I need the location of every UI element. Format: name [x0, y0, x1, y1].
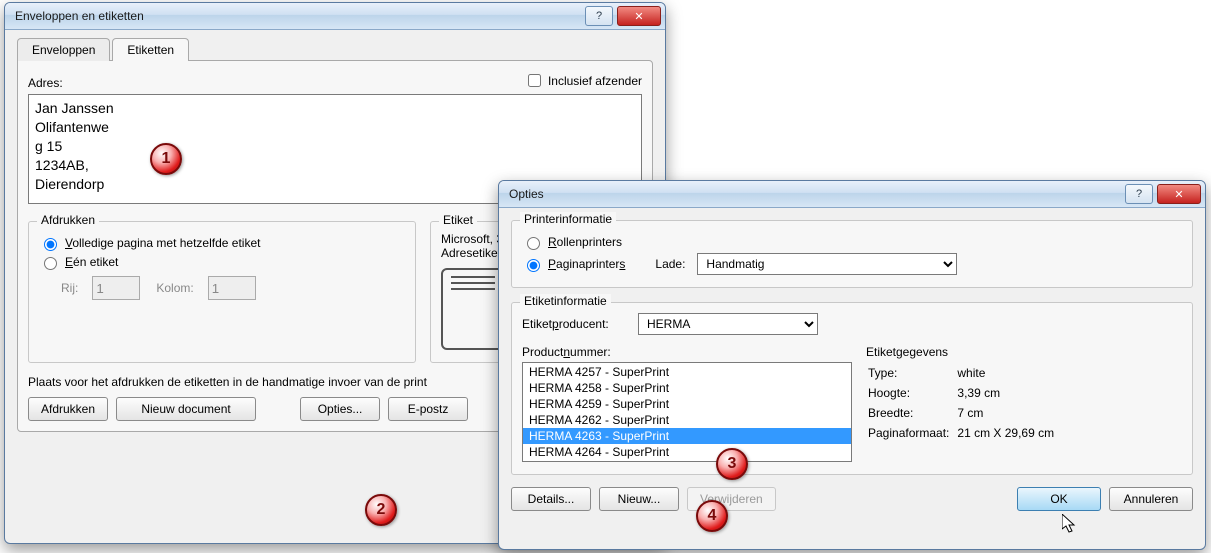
close-button[interactable]: ✕ [1157, 184, 1201, 204]
group-label-info-legend: Etiketinformatie [520, 294, 611, 308]
ok-button[interactable]: OK [1017, 487, 1101, 511]
page-value: 21 cm X 29,69 cm [957, 424, 1060, 442]
delete-label-button: Verwijderen [687, 487, 776, 511]
new-document-button[interactable]: Nieuw document [116, 397, 256, 421]
width-value: 7 cm [957, 404, 1060, 422]
group-printer-info-legend: Printerinformatie [520, 212, 616, 226]
radio-page-label: Paginaprinters [548, 257, 625, 271]
radio-roll-printers[interactable]: Rollenprinters [522, 234, 1182, 250]
page-label: Paginaformaat: [868, 424, 955, 442]
productnum-label: Productnummer: [522, 345, 852, 359]
details-button[interactable]: Details... [511, 487, 591, 511]
radio-single-label-text: Eén etiket [65, 255, 118, 269]
product-item[interactable]: HERMA 4263 - SuperPrint [523, 428, 851, 444]
help-button[interactable]: ? [585, 6, 613, 26]
dialog-title: Enveloppen en etiketten [15, 9, 581, 23]
vendor-label: Etiketproducent: [522, 317, 632, 331]
options-button[interactable]: Opties... [300, 397, 380, 421]
cancel-button[interactable]: Annuleren [1109, 487, 1193, 511]
include-sender-label: Inclusief afzender [548, 74, 642, 88]
titlebar[interactable]: Enveloppen en etiketten ? ✕ [5, 3, 665, 30]
tab-labels[interactable]: Etiketten [112, 38, 189, 61]
radio-roll-input[interactable] [527, 237, 540, 250]
tray-select[interactable]: Handmatig [697, 253, 957, 275]
include-sender-input[interactable] [528, 74, 541, 87]
product-item[interactable]: HERMA 4258 - SuperPrint [523, 380, 851, 396]
radio-page-printers[interactable]: Paginaprinters [522, 256, 625, 272]
product-item[interactable]: HERMA 4257 - SuperPrint [523, 364, 851, 380]
radio-single-input[interactable] [44, 257, 57, 270]
close-button[interactable]: ✕ [617, 6, 661, 26]
vendor-select[interactable]: HERMA [638, 313, 818, 335]
group-print: Afdrukken Volledige pagina met hetzelfde… [28, 221, 416, 363]
titlebar[interactable]: Opties ? ✕ [499, 181, 1205, 208]
width-label: Breedte: [868, 404, 955, 422]
product-listbox[interactable]: HERMA 4257 - SuperPrintHERMA 4258 - Supe… [522, 362, 852, 462]
product-item[interactable]: HERMA 4262 - SuperPrint [523, 412, 851, 428]
group-label-legend: Etiket [439, 213, 477, 227]
col-label: Kolom: [156, 281, 193, 295]
radio-roll-label: Rollenprinters [548, 235, 622, 249]
radio-full-page-input[interactable] [44, 238, 57, 251]
details-legend: Etiketgegevens [866, 345, 1182, 359]
address-label: Adres: [28, 76, 63, 90]
radio-full-page[interactable]: Volledige pagina met hetzelfde etiket [39, 235, 405, 251]
type-value: white [957, 364, 1060, 382]
group-label-info: Etiketinformatie Etiketproducent: HERMA … [511, 302, 1193, 475]
print-button[interactable]: Afdrukken [28, 397, 108, 421]
label-preview-icon [441, 268, 505, 350]
group-printer-info: Printerinformatie Rollenprinters Paginap… [511, 220, 1193, 288]
height-label: Hoogte: [868, 384, 955, 402]
tabstrip: Enveloppen Etiketten [17, 38, 653, 61]
product-item[interactable]: HERMA 4264 - SuperPrint [523, 444, 851, 460]
col-stepper [208, 276, 256, 300]
height-value: 3,39 cm [957, 384, 1060, 402]
radio-full-page-label: Volledige pagina met hetzelfde etiket [65, 236, 260, 250]
group-print-legend: Afdrukken [37, 213, 99, 227]
tray-label: Lade: [655, 257, 685, 271]
help-button[interactable]: ? [1125, 184, 1153, 204]
include-sender-checkbox[interactable]: Inclusief afzender [524, 71, 642, 90]
row-stepper [92, 276, 140, 300]
email-button[interactable]: E-postz [388, 397, 468, 421]
dialog-options: Opties ? ✕ Printerinformatie Rollenprint… [498, 180, 1206, 550]
row-label: Rij: [61, 281, 78, 295]
radio-single-label[interactable]: Eén etiket [39, 254, 405, 270]
type-label: Type: [868, 364, 955, 382]
new-label-button[interactable]: Nieuw... [599, 487, 679, 511]
product-item[interactable]: HERMA 4259 - SuperPrint [523, 396, 851, 412]
tab-envelopes[interactable]: Enveloppen [17, 38, 110, 61]
label-details-table: Type:white Hoogte:3,39 cm Breedte:7 cm P… [866, 362, 1062, 444]
radio-page-input[interactable] [527, 259, 540, 272]
dialog-title: Opties [509, 187, 1121, 201]
